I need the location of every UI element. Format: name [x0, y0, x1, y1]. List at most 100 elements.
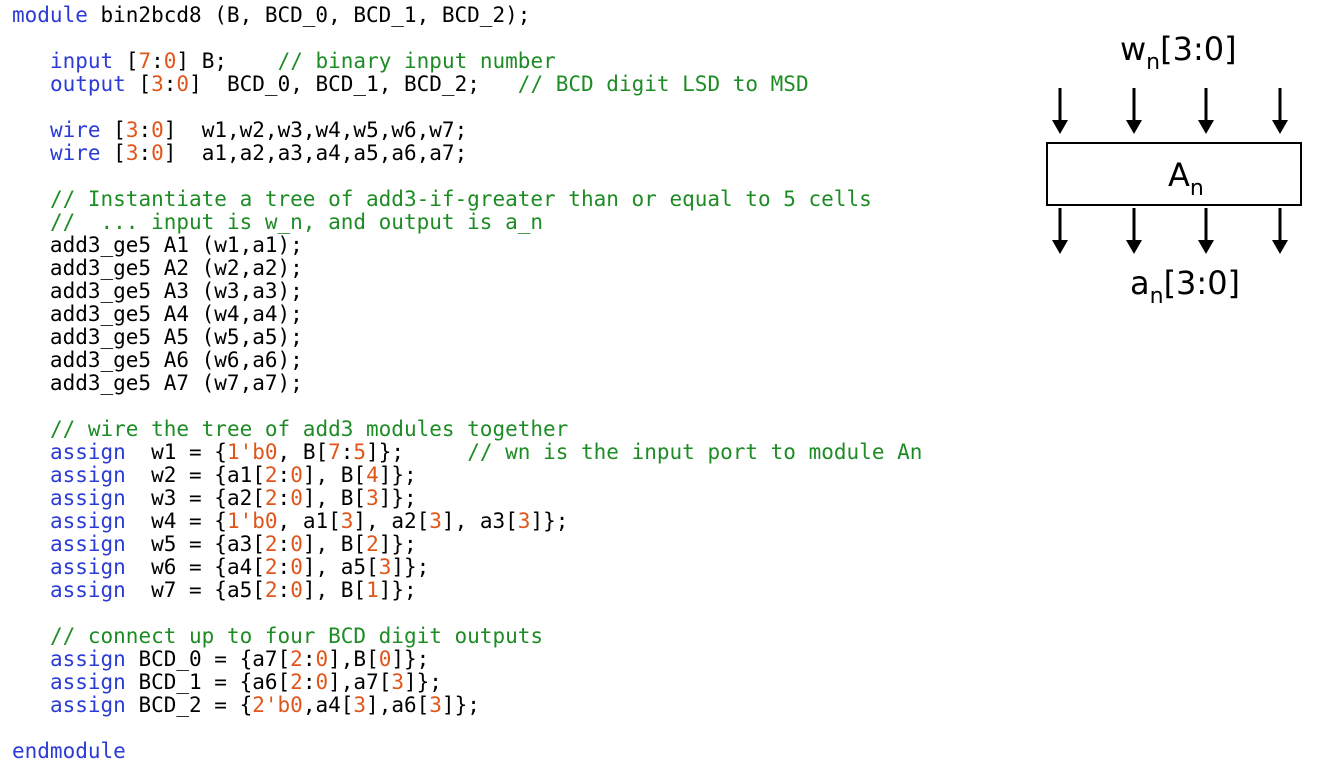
- number-token: 3: [391, 670, 405, 694]
- add3-cell-diagram: wn[3:0] An an[3:0]: [1040, 28, 1330, 318]
- number-token: 0: [290, 578, 303, 602]
- code-text: :: [340, 440, 354, 464]
- number-token: 0: [176, 72, 190, 96]
- number-token: 2: [264, 463, 278, 487]
- code-text: w3 = {a2[: [125, 486, 265, 510]
- down-arrow-icon: [1272, 88, 1288, 134]
- comment-token: // wn is the input port to module An: [467, 440, 923, 464]
- down-arrow-icon: [1052, 208, 1068, 254]
- input-bus-label-main: w: [1120, 30, 1147, 68]
- down-arrow-icon: [1126, 88, 1142, 134]
- number-token: 0: [151, 141, 164, 165]
- code-text: :: [163, 72, 177, 96]
- code-line: assign w2 = {a1[2:0], B[4]};: [12, 464, 922, 487]
- keyword-token: assign: [49, 486, 126, 510]
- code-line: module bin2bcd8 (B, BCD_0, BCD_1, BCD_2)…: [12, 4, 922, 27]
- keyword-token: assign: [49, 670, 126, 694]
- keyword-token: module: [12, 3, 88, 27]
- code-text: add3_ge5 A7 (w7,a7);: [12, 371, 303, 395]
- code-text: ],B[: [328, 647, 379, 671]
- cell-block-label-main: A: [1168, 156, 1190, 194]
- keyword-token: assign: [49, 578, 126, 602]
- code-line: wire [3:0] w1,w2,w3,w4,w5,w6,w7;: [12, 119, 922, 142]
- code-line: add3_ge5 A4 (w4,a4);: [12, 303, 922, 326]
- number-token: 3: [517, 509, 531, 533]
- code-text: ],a6[: [366, 693, 430, 717]
- input-bus-label-subscript: n: [1146, 50, 1161, 75]
- input-bus-label-range: [3:0]: [1160, 30, 1237, 68]
- code-text: :: [138, 118, 152, 142]
- code-line: assign w5 = {a3[2:0], B[2]};: [12, 533, 922, 556]
- code-text: , a1[: [277, 509, 341, 533]
- code-text: ]};: [378, 486, 417, 510]
- keyword-token: output: [49, 72, 126, 96]
- code-text: add3_ge5 A3 (w3,a3);: [12, 279, 303, 303]
- code-text: w7 = {a5[: [125, 578, 265, 602]
- code-line: add3_ge5 A1 (w1,a1);: [12, 234, 922, 257]
- code-text: ], B[: [302, 532, 367, 556]
- code-line: wire [3:0] a1,a2,a3,a4,a5,a6,a7;: [12, 142, 922, 165]
- comment-token: // binary input number: [277, 49, 556, 73]
- code-text: ] w1,w2,w3,w4,w5,w6,w7;: [163, 118, 468, 142]
- number-token: 2: [264, 532, 278, 556]
- number-token: 0: [290, 486, 303, 510]
- code-line: input [7:0] B; // binary input number: [12, 50, 922, 73]
- code-text: [: [125, 72, 152, 96]
- keyword-token: assign: [49, 509, 126, 533]
- code-text: :: [277, 532, 291, 556]
- code-text: bin2bcd8 (B, BCD_0, BCD_1, BCD_2);: [87, 3, 531, 27]
- code-text: ] BCD_0, BCD_1, BCD_2;: [189, 72, 518, 96]
- code-line: add3_ge5 A7 (w7,a7);: [12, 372, 922, 395]
- number-token: 2: [290, 670, 303, 694]
- code-line: assign w6 = {a4[2:0], a5[3]};: [12, 556, 922, 579]
- code-line: // ... input is w_n, and output is a_n: [12, 211, 922, 234]
- code-text: add3_ge5 A1 (w1,a1);: [12, 233, 303, 257]
- down-arrow-icon: [1272, 208, 1288, 254]
- code-text: w4 = {: [125, 509, 227, 533]
- code-text: [: [100, 141, 126, 165]
- code-line: // wire the tree of add3 modules togethe…: [12, 418, 922, 441]
- cell-block-label-subscript: n: [1189, 176, 1204, 201]
- code-text: , B[: [277, 440, 329, 464]
- code-line: assign BCD_1 = {a6[2:0],a7[3]};: [12, 671, 922, 694]
- keyword-token: endmodule: [12, 739, 126, 763]
- number-token: 0: [151, 118, 164, 142]
- code-line: assign w7 = {a5[2:0], B[1]};: [12, 579, 922, 602]
- comment-token: // connect up to four BCD digit outputs: [49, 624, 544, 648]
- code-text: w1 = {: [125, 440, 227, 464]
- code-text: ]};: [530, 509, 569, 533]
- code-text: ]};: [391, 647, 430, 671]
- keyword-token: wire: [49, 118, 101, 142]
- code-text: ], a3[: [441, 509, 518, 533]
- number-token: 1'b0: [226, 440, 278, 464]
- code-line: add3_ge5 A6 (w6,a6);: [12, 349, 922, 372]
- code-text: ], a2[: [353, 509, 430, 533]
- code-line: assign w3 = {a2[2:0], B[3]};: [12, 487, 922, 510]
- keyword-token: input: [49, 49, 114, 73]
- code-line: assign w1 = {1'b0, B[7:5]}; // wn is the…: [12, 441, 922, 464]
- code-line: assign BCD_2 = {2'b0,a4[3],a6[3]};: [12, 694, 922, 717]
- number-token: 3: [353, 693, 367, 717]
- number-token: 2'b0: [252, 693, 303, 717]
- keyword-token: wire: [49, 141, 101, 165]
- code-text: ] a1,a2,a3,a4,a5,a6,a7;: [163, 141, 468, 165]
- number-token: 0: [378, 647, 392, 671]
- number-token: 2: [264, 555, 278, 579]
- output-bus-label: an[3:0]: [1130, 264, 1240, 309]
